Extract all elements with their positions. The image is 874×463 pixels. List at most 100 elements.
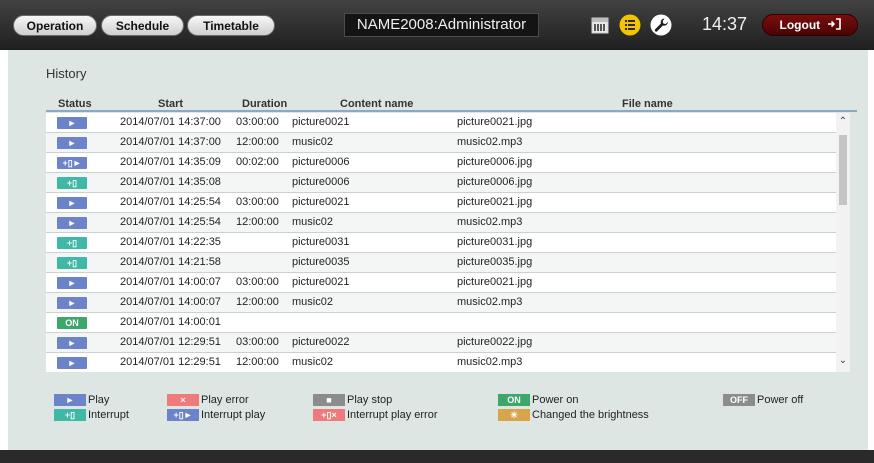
table-row[interactable]: +▯ 2014/07/01 14:35:08 picture0006 picture0… (46, 173, 836, 193)
status-badge: ► (57, 337, 87, 349)
start-cell: 2014/07/01 14:22:35 (120, 236, 221, 248)
table-row[interactable]: ► 2014/07/01 14:00:07 03:00:00 picture0021 p… (46, 273, 836, 293)
column-status: Status (58, 98, 92, 110)
content-name-cell: picture0022 (292, 336, 350, 348)
scroll-up-icon[interactable]: ⌃ (838, 117, 848, 127)
start-cell: 2014/07/01 14:00:07 (120, 296, 221, 308)
status-badge: ► (57, 297, 87, 309)
start-cell: 2014/07/01 12:29:51 (120, 336, 221, 348)
file-name-cell: picture0021.jpg (457, 276, 533, 288)
status-badge: ► (57, 277, 87, 289)
table-row[interactable]: ON 2014/07/01 14:00:01 (46, 313, 836, 333)
list-icon[interactable] (619, 14, 641, 36)
column-start: Start (158, 98, 184, 110)
content-name-cell: picture0021 (292, 116, 350, 128)
table-row[interactable]: ► 2014/07/01 12:29:51 12:00:00 music02 music… (46, 353, 836, 372)
duration-cell: 12:00:00 (236, 216, 279, 228)
table-row[interactable]: ► 2014/07/01 12:29:51 03:00:00 picture0022 p… (46, 333, 836, 353)
column-duration: Duration (242, 98, 288, 110)
play-icon: ► (54, 394, 86, 406)
start-cell: 2014/07/01 14:35:09 (120, 156, 221, 168)
file-name-cell: picture0021.jpg (457, 116, 533, 128)
operation-button[interactable]: Operation (13, 15, 97, 36)
brightness-icon: ☀ (498, 409, 530, 421)
duration-cell: 12:00:00 (236, 296, 279, 308)
content-name-cell: music02 (292, 296, 333, 308)
start-cell: 2014/07/01 14:37:00 (120, 116, 221, 128)
clock: 14:37 (702, 14, 748, 34)
table-row[interactable]: ► 2014/07/01 14:37:00 12:00:00 music02 music… (46, 133, 836, 153)
table-row[interactable]: +▯► 2014/07/01 14:35:09 00:02:00 picture000… (46, 153, 836, 173)
interrupt-play-error-icon: +▯× (313, 409, 345, 421)
history-table: ► 2014/07/01 14:37:00 03:00:00 picture0021 p… (46, 113, 836, 372)
status-badge: ► (57, 217, 87, 229)
play-error-icon: × (167, 394, 199, 406)
stop-icon: ■ (313, 394, 345, 406)
content-name-cell: picture0031 (292, 236, 350, 248)
content-name-cell: music02 (292, 136, 333, 148)
table-row[interactable]: +▯ 2014/07/01 14:22:35 picture0031 picture0… (46, 233, 836, 253)
schedule-button[interactable]: Schedule (101, 15, 184, 36)
table-row[interactable]: ► 2014/07/01 14:25:54 12:00:00 music02 music… (46, 213, 836, 233)
interrupt-play-icon: +▯► (167, 409, 199, 421)
start-cell: 2014/07/01 14:00:01 (120, 316, 221, 328)
timetable-button[interactable]: Timetable (187, 15, 275, 36)
duration-cell: 03:00:00 (236, 336, 279, 348)
history-title: History (46, 66, 87, 81)
status-badge: +▯ (57, 237, 87, 249)
logout-icon (827, 16, 841, 36)
calendar-icon[interactable] (589, 14, 611, 36)
status-badge: ► (57, 197, 87, 209)
table-row[interactable]: ► 2014/07/01 14:00:07 12:00:00 music02 music… (46, 293, 836, 313)
table-row[interactable]: ► 2014/07/01 14:37:00 03:00:00 picture0021 p… (46, 113, 836, 133)
duration-cell: 03:00:00 (236, 116, 279, 128)
content-name-cell: picture0035 (292, 256, 350, 268)
content-name-cell: music02 (292, 216, 333, 228)
content-name-cell: picture0021 (292, 276, 350, 288)
file-name-cell: picture0031.jpg (457, 236, 533, 248)
file-name-cell: music02.mp3 (457, 296, 523, 308)
column-content-name: Content name (340, 98, 414, 110)
duration-cell: 03:00:00 (236, 276, 279, 288)
bottom-strip (0, 450, 874, 463)
status-badge: ON (57, 317, 87, 329)
file-name-cell: picture0006.jpg (457, 156, 533, 168)
duration-cell: 03:00:00 (236, 196, 279, 208)
wrench-icon[interactable] (650, 14, 672, 36)
table-row[interactable]: ► 2014/07/01 14:25:54 03:00:00 picture0021 p… (46, 193, 836, 213)
scroll-thumb[interactable] (839, 135, 847, 205)
start-cell: 2014/07/01 14:37:00 (120, 136, 221, 148)
start-cell: 2014/07/01 12:29:51 (120, 356, 221, 368)
content-name-cell: picture0006 (292, 156, 350, 168)
start-cell: 2014/07/01 14:25:54 (120, 196, 221, 208)
content-name-cell: picture0006 (292, 176, 350, 188)
status-badge: ► (57, 117, 87, 129)
page-title: NAME2008:Administrator (344, 13, 539, 37)
file-name-cell: music02.mp3 (457, 216, 523, 228)
status-badge: +▯ (57, 177, 87, 189)
file-name-cell: picture0021.jpg (457, 196, 533, 208)
history-panel: History Status Start Duration Content na… (8, 50, 868, 450)
start-cell: 2014/07/01 14:25:54 (120, 216, 221, 228)
scroll-down-icon[interactable]: ⌄ (838, 356, 848, 366)
start-cell: 2014/07/01 14:00:07 (120, 276, 221, 288)
content-name-cell: music02 (292, 356, 333, 368)
start-cell: 2014/07/01 14:35:08 (120, 176, 221, 188)
scrollbar[interactable]: ⌃ ⌄ (836, 113, 850, 372)
logout-button[interactable]: Logout (762, 14, 858, 36)
file-name-cell: picture0006.jpg (457, 176, 533, 188)
column-file-name: File name (622, 98, 673, 110)
status-badge: +▯► (57, 157, 87, 169)
table-row[interactable]: +▯ 2014/07/01 14:21:58 picture0035 picture0… (46, 253, 836, 273)
content-name-cell: picture0021 (292, 196, 350, 208)
header-divider (46, 110, 857, 112)
status-badge: ► (57, 357, 87, 369)
duration-cell: 12:00:00 (236, 136, 279, 148)
top-bar: Operation Schedule Timetable NAME2008:Ad… (0, 0, 874, 50)
start-cell: 2014/07/01 14:21:58 (120, 256, 221, 268)
file-name-cell: picture0035.jpg (457, 256, 533, 268)
power-on-icon: ON (498, 394, 530, 406)
logout-label: Logout (779, 18, 821, 32)
status-badge: +▯ (57, 257, 87, 269)
power-off-icon: OFF (723, 394, 755, 406)
